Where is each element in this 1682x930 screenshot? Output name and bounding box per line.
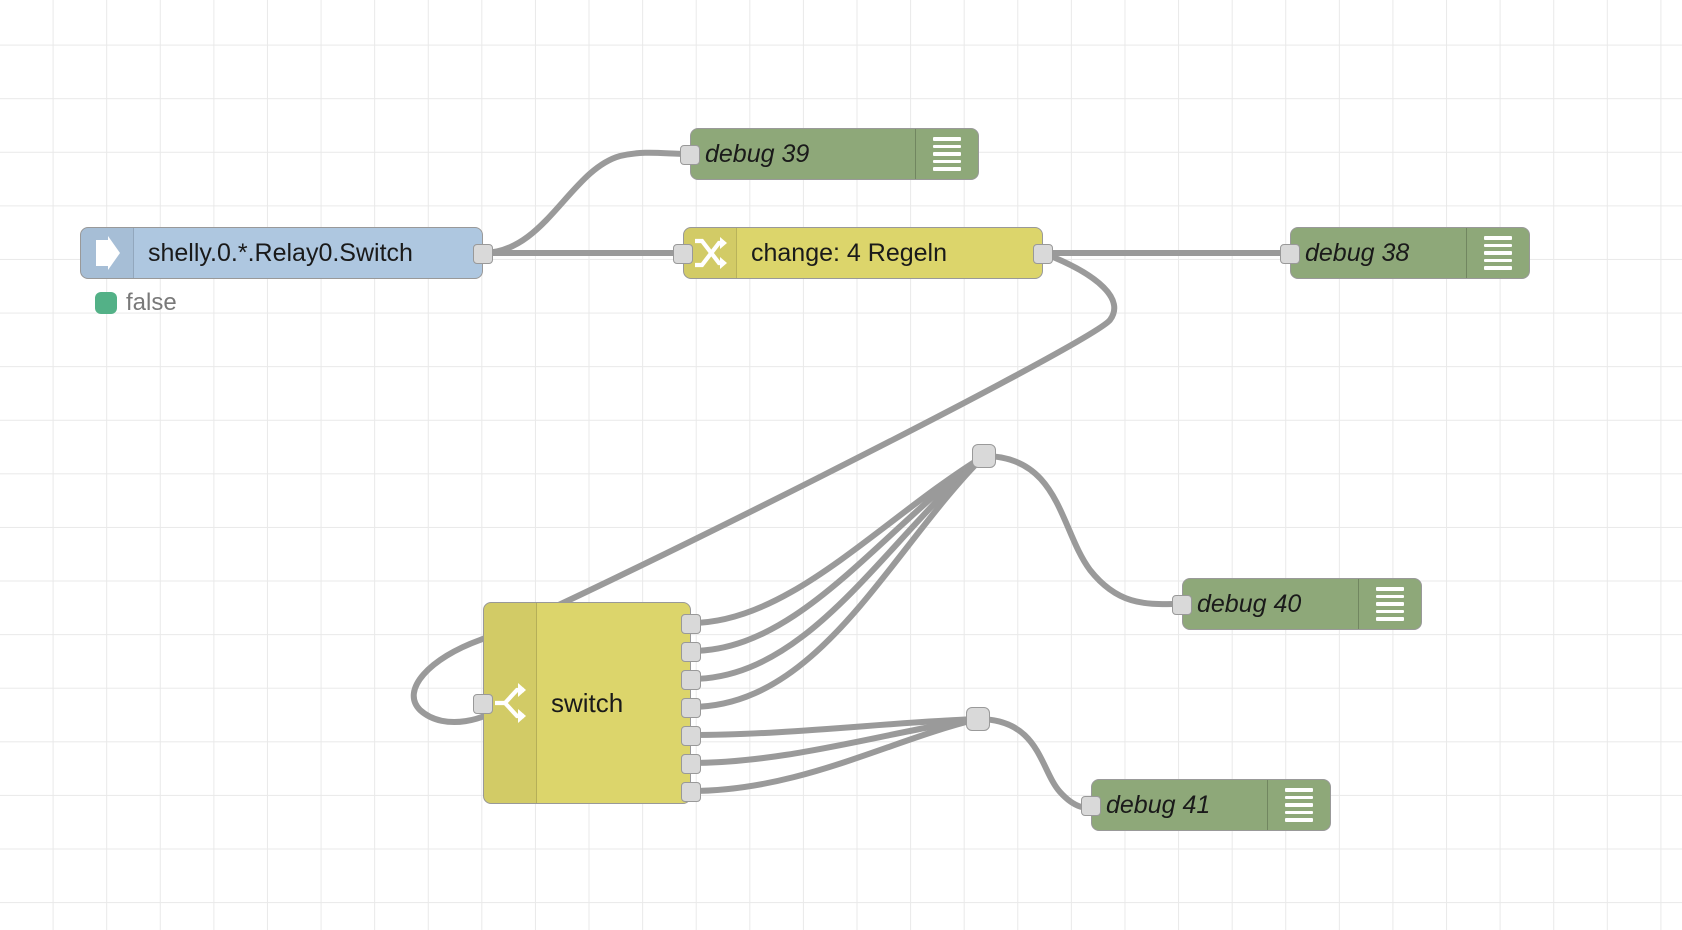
node-label: debug 40 xyxy=(1197,589,1302,618)
junction-bottom[interactable] xyxy=(966,707,990,731)
node-debug-40[interactable]: debug 40 xyxy=(1172,576,1465,634)
output-port-5[interactable] xyxy=(681,726,701,746)
debug-lines-icon xyxy=(1267,780,1330,830)
wire-switch-out2-to-junction-top xyxy=(688,453,987,654)
wire-switch-out7-to-junction-bottom xyxy=(688,716,981,794)
arrow-right-icon xyxy=(81,228,134,278)
debug-lines-icon xyxy=(1466,228,1529,278)
wire-switch-out6-to-junction-bottom xyxy=(688,716,981,766)
node-debug-39[interactable]: debug 39 xyxy=(680,126,1022,184)
input-port[interactable] xyxy=(1172,595,1192,615)
output-port-4[interactable] xyxy=(681,698,701,718)
output-port-2[interactable] xyxy=(681,642,701,662)
status-dot-icon xyxy=(95,292,117,314)
debug-lines-icon xyxy=(1358,579,1421,629)
wire-switch-out3-to-junction-top xyxy=(688,453,987,682)
input-port[interactable] xyxy=(473,694,493,714)
output-port-6[interactable] xyxy=(681,754,701,774)
input-port[interactable] xyxy=(1280,244,1300,264)
input-port[interactable] xyxy=(680,145,700,165)
output-port[interactable] xyxy=(473,244,493,264)
wire-switch-out5-to-junction-bottom xyxy=(688,716,981,738)
input-port[interactable] xyxy=(1081,796,1101,816)
node-label: switch xyxy=(551,687,624,718)
wire-junction-top-to-debug40 xyxy=(981,453,1185,608)
wire-shelly-to-debug39 xyxy=(480,149,693,256)
node-label: debug 39 xyxy=(705,139,810,168)
node-label: debug 41 xyxy=(1106,790,1211,819)
wire-junction-bottom-to-debug41 xyxy=(975,716,1107,812)
debug-toggle-knob xyxy=(1336,788,1370,824)
debug-lines-icon xyxy=(915,129,978,179)
node-debug-41[interactable]: debug 41 xyxy=(1081,777,1374,835)
node-switch[interactable]: switch xyxy=(473,602,701,804)
debug-toggle-knob xyxy=(1535,236,1569,272)
flow-canvas[interactable]: shelly.0.*.Relay0.Switch false debug 39 xyxy=(0,0,1682,930)
junction-top[interactable] xyxy=(972,444,996,468)
output-port-7[interactable] xyxy=(681,782,701,802)
wire-switch-out1-to-junction-top xyxy=(688,453,987,626)
debug-toggle-knob xyxy=(984,137,1018,173)
node-label: change: 4 Regeln xyxy=(751,238,947,267)
node-debug-38[interactable]: debug 38 xyxy=(1280,225,1573,283)
output-port-3[interactable] xyxy=(681,670,701,690)
node-shelly-relay0-switch[interactable]: shelly.0.*.Relay0.Switch xyxy=(80,227,493,279)
node-change-4-regeln[interactable]: change: 4 Regeln xyxy=(673,227,1053,279)
node-label: debug 38 xyxy=(1305,238,1410,267)
status-badge-shelly: false xyxy=(95,289,177,317)
output-port-1[interactable] xyxy=(681,614,701,634)
debug-toggle-knob xyxy=(1427,587,1461,623)
input-port[interactable] xyxy=(673,244,693,264)
output-port[interactable] xyxy=(1033,244,1053,264)
node-label: shelly.0.*.Relay0.Switch xyxy=(148,238,413,267)
status-text: false xyxy=(126,289,177,316)
wire-switch-out4-to-junction-top xyxy=(688,453,987,710)
